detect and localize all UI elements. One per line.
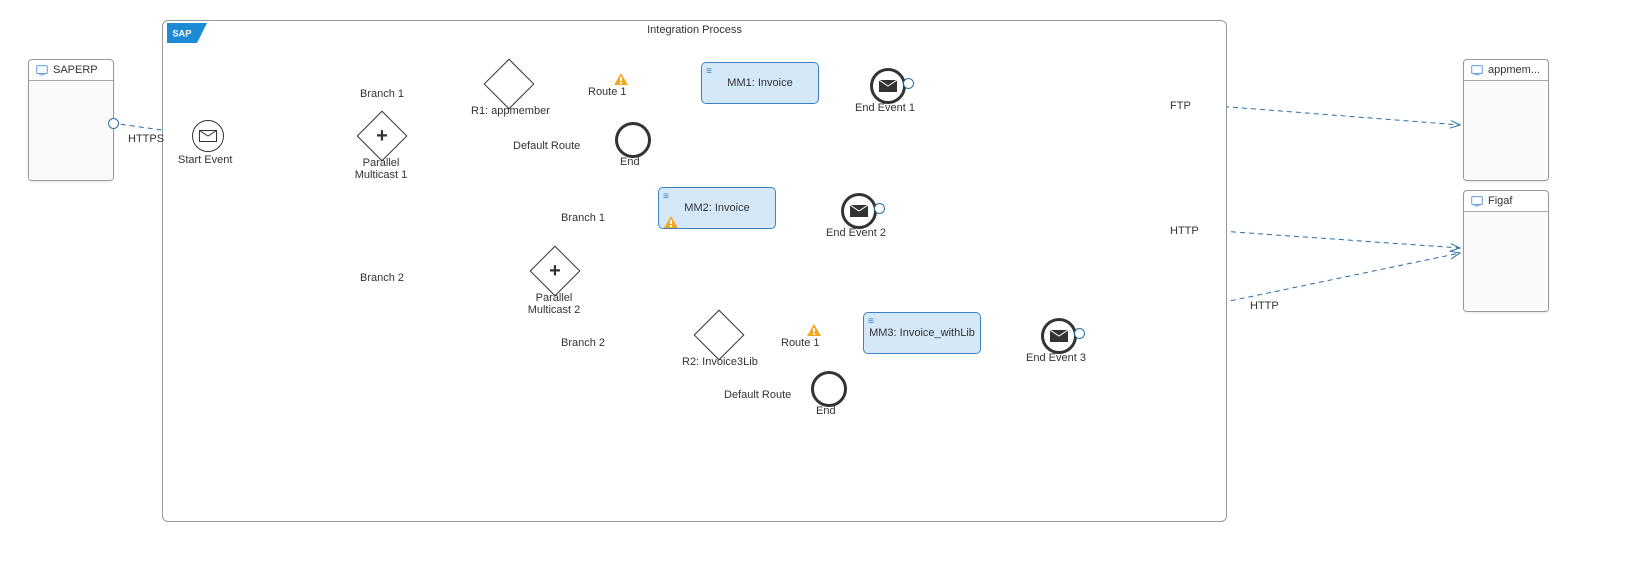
end-event-1[interactable] — [870, 68, 906, 104]
edge-label-route1: Route 1 — [588, 86, 627, 98]
participant-label: Figaf — [1488, 195, 1512, 207]
edge-label-https: HTTPS — [128, 133, 164, 145]
participant-header: SAPERP — [29, 60, 113, 81]
end-event-label: End Event 2 — [826, 227, 886, 239]
task-mm3-invoice-withlib[interactable]: ≡ MM3: Invoice_withLib — [863, 312, 981, 354]
end-label: End — [816, 405, 836, 417]
port — [108, 118, 119, 129]
participant-header: appmem... — [1464, 60, 1548, 81]
task-label: MM1: Invoice — [727, 77, 792, 89]
end-event-label: End Event 1 — [855, 102, 915, 114]
start-event[interactable] — [192, 120, 224, 152]
participant-saperp[interactable]: SAPERP — [28, 59, 114, 181]
svg-text:SAP: SAP — [172, 28, 191, 38]
end-event-3[interactable] — [1041, 318, 1077, 354]
participant-label: appmem... — [1488, 64, 1540, 76]
task-label: MM3: Invoice_withLib — [869, 327, 975, 339]
task-mm1-invoice[interactable]: ≡ MM1: Invoice — [701, 62, 819, 104]
message-icon — [199, 130, 217, 142]
gateway-label: R2: Invoice3Lib — [682, 356, 758, 368]
edge-label-branch1: Branch 1 — [360, 88, 404, 100]
message-icon — [850, 205, 868, 217]
edge-label-http: HTTP — [1250, 300, 1279, 312]
message-icon — [1050, 330, 1068, 342]
warning-icon — [664, 216, 678, 228]
start-event-label: Start Event — [178, 154, 232, 166]
edge-label-branch2: Branch 2 — [360, 272, 404, 284]
port — [874, 203, 885, 214]
pool-title: Integration Process — [163, 24, 1226, 36]
participant-header: Figaf — [1464, 191, 1548, 212]
system-icon — [1470, 63, 1484, 77]
participant-label: SAPERP — [53, 64, 98, 76]
end-event-r2-default[interactable] — [811, 371, 847, 407]
edge-label-route1: Route 1 — [781, 337, 820, 349]
system-icon — [35, 63, 49, 77]
end-label: End — [620, 156, 640, 168]
gateway-label: R1: appmember — [471, 105, 550, 117]
end-event-r1-default[interactable] — [615, 122, 651, 158]
edge-label-default: Default Route — [513, 140, 580, 152]
edge-label-http: HTTP — [1170, 225, 1199, 237]
gateway-label: Parallel Multicast 1 — [341, 157, 421, 181]
participant-appmem[interactable]: appmem... — [1463, 59, 1549, 181]
task-handle-icon: ≡ — [706, 66, 712, 77]
edge-label-branch2: Branch 2 — [561, 337, 605, 349]
warning-icon — [807, 324, 821, 336]
pool-integration-process[interactable]: Integration Process SAP — [162, 20, 1227, 522]
message-icon — [879, 80, 897, 92]
sap-logo-icon: SAP — [167, 23, 207, 43]
end-event-label: End Event 3 — [1026, 352, 1086, 364]
task-handle-icon: ≡ — [868, 316, 874, 327]
task-handle-icon: ≡ — [663, 191, 669, 202]
port — [903, 78, 914, 89]
edge-label-default: Default Route — [724, 389, 791, 401]
task-label: MM2: Invoice — [684, 202, 749, 214]
warning-icon — [614, 73, 628, 85]
port — [1074, 328, 1085, 339]
edge-label-ftp: FTP — [1170, 100, 1191, 112]
system-icon — [1470, 194, 1484, 208]
edge-label-branch1: Branch 1 — [561, 212, 605, 224]
gateway-label: Parallel Multicast 2 — [514, 292, 594, 316]
participant-figaf[interactable]: Figaf — [1463, 190, 1549, 312]
end-event-2[interactable] — [841, 193, 877, 229]
